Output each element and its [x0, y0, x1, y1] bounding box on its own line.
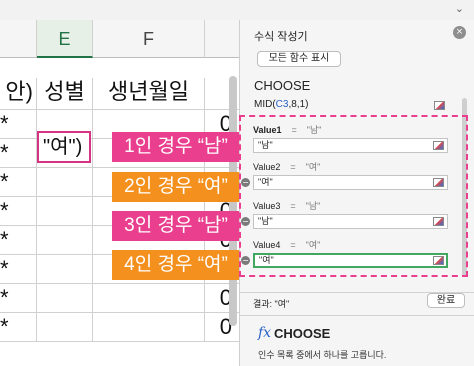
range-picker-icon[interactable]: [433, 178, 444, 187]
remove-argument-icon[interactable]: −: [241, 256, 250, 265]
range-picker-icon[interactable]: [433, 141, 444, 150]
expression-suffix: ,8,1): [288, 99, 309, 110]
argument-preview: "여": [305, 162, 321, 172]
range-picker-icon[interactable]: [433, 217, 444, 226]
argument-value-field[interactable]: "여": [253, 253, 448, 268]
argument-preview: "여": [305, 240, 321, 250]
table-cell-gender[interactable]: [37, 226, 93, 255]
argument-label: Value3 = "남": [253, 199, 320, 212]
table-cell-birthdate[interactable]: [93, 313, 205, 342]
table-cell-left[interactable]: *: [0, 168, 37, 197]
remove-argument-icon[interactable]: −: [241, 178, 250, 187]
chevron-down-icon[interactable]: ⌄: [455, 2, 464, 15]
argument-label: Value1 = "남": [253, 123, 321, 136]
table-cell-left[interactable]: *: [0, 139, 37, 168]
table-cell-left[interactable]: *: [0, 284, 37, 313]
column-header-partial[interactable]: [0, 20, 37, 58]
column-header-e[interactable]: E: [37, 20, 93, 58]
done-button[interactable]: 완료: [427, 293, 465, 308]
fx-icon: fx: [258, 325, 272, 341]
table-cell-gender[interactable]: [37, 197, 93, 226]
argument-value-field[interactable]: "남": [253, 138, 448, 153]
table-cell-gender[interactable]: [37, 255, 93, 284]
table-cell-gender[interactable]: [37, 168, 93, 197]
table-cell-gender[interactable]: [37, 313, 93, 342]
argument-name: Value1: [253, 125, 282, 135]
expression-prefix: MID(: [254, 99, 276, 110]
header-cell-left[interactable]: 안): [0, 78, 37, 110]
argument-name: Value4: [253, 240, 281, 250]
argument-equals: =: [290, 162, 296, 172]
show-all-functions-button[interactable]: 모든 함수 표시: [257, 51, 341, 67]
callout-4: 4인 경우 “여”: [112, 250, 240, 280]
expression-cell-ref: C3: [275, 99, 289, 110]
header-cell-gender[interactable]: 성별: [37, 78, 93, 110]
argument-label: Value2 = "여": [253, 160, 320, 173]
argument-value-field[interactable]: "여": [253, 175, 448, 190]
range-picker-icon[interactable]: [433, 256, 444, 265]
result-label: 결과: "여": [253, 299, 290, 309]
argument-equals: =: [290, 240, 296, 250]
header-cell-birthdate[interactable]: 생년월일: [93, 78, 205, 110]
range-picker-icon[interactable]: [434, 101, 445, 110]
table-cell-birthdate[interactable]: [93, 284, 205, 313]
close-icon[interactable]: ×: [453, 26, 466, 39]
panel-divider-2: [240, 315, 474, 316]
table-cell-left[interactable]: *: [0, 110, 37, 139]
argument-value-field[interactable]: "남": [253, 214, 448, 229]
table-cell-gender[interactable]: [37, 284, 93, 313]
argument-preview: "남": [305, 201, 321, 211]
function-name: CHOOSE: [254, 78, 311, 93]
table-cell-left[interactable]: *: [0, 197, 37, 226]
argument-name: Value2: [253, 162, 281, 172]
argument-equals: =: [290, 201, 296, 211]
callout-1: 1인 경우 “남”: [112, 132, 240, 162]
argument-preview: "남": [306, 125, 322, 135]
callout-2: 2인 경우 “여”: [112, 172, 240, 202]
argument-name: Value3: [253, 201, 281, 211]
column-header-next[interactable]: [205, 20, 240, 58]
argument-equals: =: [291, 125, 297, 135]
table-cell-left[interactable]: *: [0, 226, 37, 255]
remove-argument-icon[interactable]: −: [241, 217, 250, 226]
formula-expression[interactable]: MID(C3,8,1): [254, 99, 308, 110]
column-header-f[interactable]: F: [93, 20, 205, 58]
fx-function-name: CHOOSE: [274, 326, 331, 341]
table-cell-left[interactable]: *: [0, 313, 37, 342]
callout-3: 3인 경우 “남”: [112, 211, 240, 241]
panel-title: 수식 작성기: [254, 31, 308, 43]
active-cell-e3[interactable]: "여"): [37, 131, 91, 163]
table-cell-left[interactable]: *: [0, 255, 37, 284]
argument-label: Value4 = "여": [253, 238, 320, 251]
function-description: 인수 목록 중에서 하나를 고릅니다.: [258, 350, 387, 360]
window-top-bar: ⌄: [0, 0, 474, 21]
